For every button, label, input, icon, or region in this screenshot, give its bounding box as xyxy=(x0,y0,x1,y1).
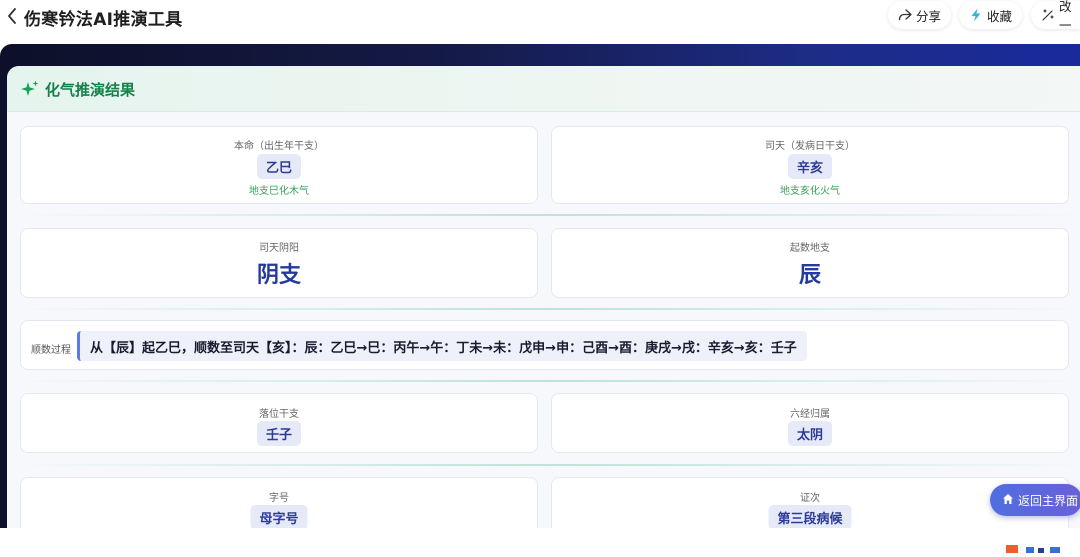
liujing-label: 六经归属 xyxy=(790,409,830,420)
home-icon xyxy=(1002,493,1014,508)
zihao-value: 母字号 xyxy=(250,505,308,530)
sitian-box: 司天（发病日干支） 辛亥 地支亥化火气 xyxy=(551,126,1069,204)
edit-label: 改一 xyxy=(1059,0,1072,33)
edit-button[interactable]: 改一 xyxy=(1031,0,1080,33)
divider xyxy=(20,380,1080,382)
benming-label: 本命（出生年干支） xyxy=(234,141,324,152)
divider xyxy=(20,214,1080,216)
qishu-dizhi-value: 辰 xyxy=(798,263,821,288)
top-bar: 伤寒钤法AI推演工具 分享 收藏 改一 xyxy=(0,0,1080,36)
lightning-icon xyxy=(969,8,983,22)
benming-note: 地支巳化木气 xyxy=(249,186,309,197)
sitian-label: 司天（发病日干支） xyxy=(765,141,855,152)
qishu-dizhi-label: 起数地支 xyxy=(790,243,830,254)
share-label: 分享 xyxy=(916,8,942,24)
share-icon xyxy=(898,8,912,22)
sparkle-icon xyxy=(20,79,40,99)
back-to-home-label: 返回主界面 xyxy=(1018,493,1079,508)
sitian-yinyang-label: 司天阴阳 xyxy=(259,243,299,254)
qishu-dizhi-box: 起数地支 辰 xyxy=(551,228,1069,298)
benming-box: 本命（出生年干支） 乙巳 地支巳化木气 xyxy=(20,126,538,204)
page-title: 伤寒钤法AI推演工具 xyxy=(24,10,183,30)
favorite-label: 收藏 xyxy=(987,8,1013,24)
zhengci-value: 第三段病候 xyxy=(768,505,852,530)
liujing-box: 六经归属 太阴 xyxy=(551,393,1069,453)
luowei-box: 落位干支 壬子 xyxy=(20,393,538,453)
sitian-yinyang-box: 司天阴阳 阴支 xyxy=(20,228,538,298)
watermark-logo xyxy=(1004,538,1080,553)
favorite-button[interactable]: 收藏 xyxy=(959,1,1023,29)
sitian-note: 地支亥化火气 xyxy=(780,186,840,197)
sitian-yinyang-value: 阴支 xyxy=(256,263,301,288)
footer-strip xyxy=(0,528,1080,546)
divider xyxy=(20,464,1080,466)
edit-wand-icon xyxy=(1041,8,1055,22)
sitian-value: 辛亥 xyxy=(787,154,833,179)
benming-value: 乙巳 xyxy=(256,154,302,179)
liujing-value: 太阴 xyxy=(787,421,833,446)
divider xyxy=(20,308,1080,310)
zihao-label: 字号 xyxy=(269,493,289,504)
luowei-label: 落位干支 xyxy=(259,409,299,420)
share-button[interactable]: 分享 xyxy=(888,1,952,29)
back-to-home-button[interactable]: 返回主界面 xyxy=(990,484,1080,516)
back-icon[interactable] xyxy=(2,4,22,28)
process-box: 顺数过程 从【辰】起乙巳，顺数至司天【亥】：辰：乙巳→巳：丙午→午：丁未→未：戊… xyxy=(20,320,1069,370)
process-value: 从【辰】起乙巳，顺数至司天【亥】：辰：乙巳→巳：丙午→午：丁未→未：戊申→申：己… xyxy=(77,331,807,361)
result-header: 化气推演结果 xyxy=(7,66,1080,112)
luowei-value: 壬子 xyxy=(256,421,302,446)
result-card: 化气推演结果 本命（出生年干支） 乙巳 地支巳化木气 司天（发病日干支） 辛亥 … xyxy=(7,66,1080,536)
result-title: 化气推演结果 xyxy=(45,81,136,99)
process-label: 顺数过程 xyxy=(31,345,71,356)
